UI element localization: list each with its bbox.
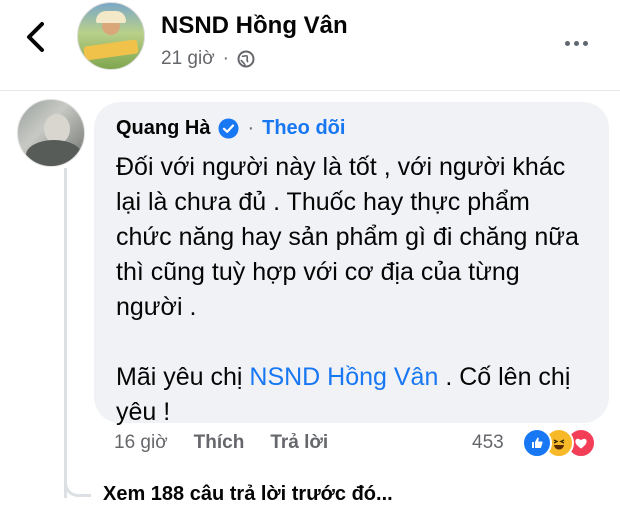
meta-separator: ·: [222, 48, 229, 69]
like-reaction-icon: [522, 428, 552, 458]
post-meta: 21 giờ ·: [161, 48, 255, 70]
comment-paragraph-1: Đối với người này là tốt , với người khá…: [116, 153, 579, 321]
thread-connector: [64, 466, 91, 497]
follow-button[interactable]: Theo dõi: [262, 117, 345, 140]
verified-badge-icon: [218, 118, 239, 139]
reaction-count[interactable]: 453: [472, 432, 504, 454]
comment-bubble: Quang Hà · Theo dõi Đối với người này là…: [94, 102, 609, 426]
reaction-icons[interactable]: [522, 428, 606, 458]
globe-icon: [237, 50, 255, 68]
comment-text: Đối với người này là tốt , với người khá…: [116, 150, 591, 430]
like-button[interactable]: Thích: [194, 432, 245, 454]
post-header: NSND Hồng Vân 21 giờ ·: [0, 0, 620, 90]
reply-button[interactable]: Trả lời: [270, 432, 328, 454]
more-options-icon[interactable]: [565, 33, 605, 46]
comment-time[interactable]: 16 giờ: [114, 432, 168, 454]
comment-actions: 16 giờ Thích Trả lời: [114, 432, 328, 454]
follow-separator: ·: [247, 117, 255, 139]
header-divider: [0, 90, 620, 91]
thread-line: [64, 168, 67, 498]
commenter-avatar[interactable]: [17, 99, 85, 167]
comment-header: Quang Hà · Theo dõi: [116, 117, 345, 140]
post-author-avatar[interactable]: [77, 2, 145, 70]
view-previous-replies-link[interactable]: Xem 188 câu trả lời trước đó...: [103, 483, 393, 506]
commenter-name[interactable]: Quang Hà: [116, 117, 210, 140]
back-arrow-icon[interactable]: [22, 20, 50, 54]
comment-text-before-mention: Mãi yêu chị: [116, 363, 250, 391]
comment-paragraph-2: Mãi yêu chị NSND Hồng Vân . Cố lên chị y…: [116, 360, 591, 430]
mention-link[interactable]: NSND Hồng Vân: [249, 363, 438, 391]
post-author-name[interactable]: NSND Hồng Vân: [161, 12, 348, 40]
post-time[interactable]: 21 giờ: [161, 48, 215, 70]
